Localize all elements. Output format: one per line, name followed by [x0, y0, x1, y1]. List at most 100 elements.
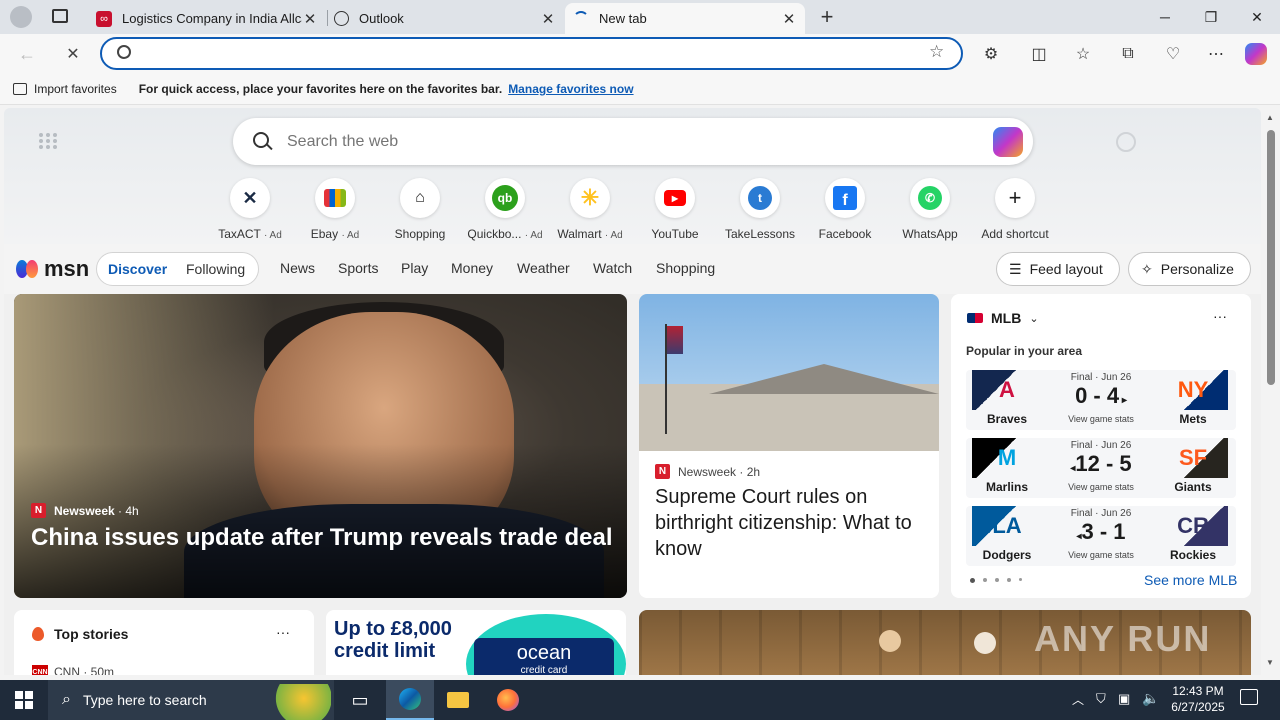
copilot-icon[interactable]	[1245, 43, 1267, 65]
task-view-icon[interactable]: ▭	[336, 680, 384, 720]
newsweek-icon: N	[31, 503, 46, 518]
tab-new-tab[interactable]: New tab ✕	[565, 3, 805, 34]
browser-essentials-icon[interactable]: ♡	[1160, 42, 1186, 66]
game-row[interactable]: M Marlins Final · Jun 26 ◂12 - 5 View ga…	[966, 438, 1236, 498]
windows-start-icon[interactable]	[0, 680, 48, 720]
import-favorites-button[interactable]: Import favorites	[34, 82, 117, 96]
whatsapp-icon: ✆	[910, 178, 950, 218]
new-tab-button[interactable]: +	[814, 4, 840, 30]
newsweek-icon: N	[655, 464, 670, 479]
restore-button[interactable]: ❐	[1188, 0, 1234, 34]
page-scrollbar[interactable]: ▲ ▼	[1262, 108, 1280, 675]
tab-outlook[interactable]: Outlook ✕	[326, 3, 564, 34]
security-icon[interactable]: ⛉	[1096, 691, 1106, 707]
show-hidden-icons[interactable]: ︿	[1072, 691, 1084, 708]
extensions-icon[interactable]: ⚙	[978, 42, 1004, 66]
nav-shopping[interactable]: Shopping	[656, 260, 715, 276]
team-mets: NY Mets	[1158, 370, 1228, 430]
ocean-card-image: ocean credit card	[474, 638, 614, 675]
shortcut-walmart[interactable]: ✳ Walmart · Ad	[550, 178, 630, 241]
more-options-icon[interactable]: ⋯	[1203, 42, 1229, 66]
back-button[interactable]: ←	[12, 40, 42, 68]
nav-weather[interactable]: Weather	[517, 260, 570, 276]
shortcut-quickbooks[interactable]: qb Quickbo... · Ad	[465, 178, 545, 241]
nav-play[interactable]: Play	[401, 260, 428, 276]
news-card-supreme-court[interactable]: N Newsweek · 2h Supreme Court rules on b…	[639, 294, 939, 598]
close-window-button[interactable]: ✕	[1234, 0, 1280, 34]
msn-nav-bar: msn Discover Following News Sports Play …	[4, 244, 1261, 294]
mlb-header[interactable]: MLB ⌄	[967, 310, 1039, 326]
shortcut-takelessons[interactable]: t TakeLessons	[720, 178, 800, 241]
nav-sports[interactable]: Sports	[338, 260, 378, 276]
mlb-subtitle: Popular in your area	[966, 344, 1083, 358]
close-icon[interactable]: ✕	[540, 10, 556, 28]
chevron-down-icon: ⌄	[1029, 312, 1039, 325]
feed-layout-button[interactable]: ☰ Feed layout	[996, 252, 1120, 286]
stop-loading-button[interactable]: ✕	[58, 40, 88, 68]
search-input[interactable]	[287, 130, 937, 154]
scrollbar-thumb[interactable]	[1267, 130, 1275, 385]
clock[interactable]: 12:43 PM 6/27/2025	[1164, 683, 1232, 715]
settings-icon[interactable]	[1116, 132, 1136, 152]
taxact-icon: ✕	[230, 178, 270, 218]
ad-headline: Up to £8,000 credit limit	[334, 618, 452, 662]
split-screen-icon[interactable]: ◫	[1026, 42, 1052, 66]
sparkle-icon: ✧	[1141, 260, 1153, 277]
tab-allcargo[interactable]: ∞ Logistics Company in India Allcargo ✕	[88, 3, 326, 34]
nav-news[interactable]: News	[280, 260, 315, 276]
game-row[interactable]: A Braves Final · Jun 26 0 - 4 ▸ View gam…	[966, 370, 1236, 430]
hero-news-card[interactable]: N Newsweek · 4h China issues update afte…	[14, 294, 627, 598]
cnn-icon: CNN	[32, 665, 48, 675]
shortcut-ebay[interactable]: Ebay · Ad	[295, 178, 375, 241]
add-shortcut-button[interactable]: + Add shortcut	[975, 178, 1055, 241]
favorites-icon[interactable]: ☆	[1070, 42, 1096, 66]
more-options-icon[interactable]: ···	[1213, 308, 1227, 324]
nav-watch[interactable]: Watch	[593, 260, 632, 276]
video-card[interactable]: ANY RUN	[639, 610, 1251, 675]
web-search-box[interactable]	[233, 118, 1033, 165]
shortcut-shopping[interactable]: ⌂ Shopping	[380, 178, 460, 241]
network-icon[interactable]: ▣	[1118, 691, 1130, 707]
shortcut-youtube[interactable]: ▶ YouTube	[635, 178, 715, 241]
apps-grid-icon[interactable]	[38, 132, 58, 150]
see-more-mlb-link[interactable]: See more MLB	[1144, 572, 1237, 588]
carousel-dots[interactable]	[970, 578, 1022, 583]
tag-icon: ⌂	[400, 178, 440, 218]
shortcut-whatsapp[interactable]: ✆ WhatsApp	[890, 178, 970, 241]
shortcut-taxact[interactable]: ✕ TaxACT · Ad	[210, 178, 290, 241]
notifications-icon[interactable]	[1240, 689, 1258, 705]
collections-icon[interactable]: ⧉	[1115, 42, 1141, 66]
msn-logo[interactable]: msn	[16, 256, 89, 282]
more-options-icon[interactable]: ···	[276, 624, 290, 640]
hero-headline[interactable]: China issues update after Trump reveals …	[31, 524, 613, 552]
personalize-button[interactable]: ✧ Personalize	[1128, 252, 1251, 286]
tab-title: Outlook	[359, 11, 404, 26]
tab-discover[interactable]: Discover	[108, 261, 167, 277]
tab-actions-icon[interactable]	[52, 9, 68, 23]
minimize-button[interactable]: ─	[1142, 0, 1188, 34]
close-icon[interactable]: ✕	[781, 10, 797, 28]
taskbar-search[interactable]: ⌕ Type here to search	[48, 680, 334, 720]
copilot-icon[interactable]	[993, 127, 1023, 157]
tab-title: Logistics Company in India Allcargo	[122, 11, 302, 26]
tab-following[interactable]: Following	[186, 261, 245, 277]
ebay-icon	[315, 178, 355, 218]
card-headline[interactable]: Supreme Court rules on birthright citize…	[655, 484, 927, 562]
favorite-star-icon[interactable]: ☆	[929, 42, 944, 62]
ad-card-ocean[interactable]: Up to £8,000 credit limit ocean credit ca…	[326, 610, 626, 675]
close-icon[interactable]: ✕	[302, 10, 318, 28]
game-row[interactable]: LA Dodgers Final · Jun 26 ◂3 - 1 View ga…	[966, 506, 1236, 566]
volume-icon[interactable]: 🔈	[1142, 690, 1159, 707]
firefox-icon[interactable]	[484, 680, 532, 720]
dodgers-logo-icon: LA	[972, 506, 1042, 546]
edge-taskbar-icon[interactable]	[386, 680, 434, 720]
address-bar[interactable]: ☆	[100, 37, 963, 70]
nav-money[interactable]: Money	[451, 260, 493, 276]
watermark: ANY RUN	[1034, 618, 1212, 659]
manage-favorites-link[interactable]: Manage favorites now	[508, 82, 633, 96]
top-stories-card: Top stories ··· CNN CNN · 50m	[14, 610, 314, 675]
shortcut-facebook[interactable]: f Facebook	[805, 178, 885, 241]
file-explorer-icon[interactable]	[434, 680, 482, 720]
toolbar: ← ✕ ☆ ⚙ ◫ ☆ ⧉ ♡ ⋯	[0, 34, 1280, 74]
profile-avatar[interactable]	[10, 6, 32, 28]
